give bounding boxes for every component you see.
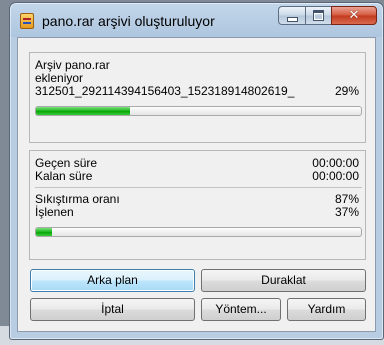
- background-button[interactable]: Arka plan: [30, 269, 195, 292]
- pause-button[interactable]: Duraklat: [201, 269, 366, 292]
- file-percent: 29%: [334, 84, 359, 98]
- close-icon: ✕: [348, 8, 360, 23]
- compression-ratio-label: Sıkıştırma oranı: [35, 192, 120, 206]
- archive-progress-window: pano.rar arşivi oluşturuluyor ✕ Arşiv pa…: [9, 2, 384, 340]
- total-progress-fill: [36, 228, 53, 236]
- statistics-group: Geçen süre 00:00:00 Kalan süre 00:00:00 …: [29, 150, 366, 260]
- help-button[interactable]: Yardım: [287, 298, 366, 321]
- stats-divider: [35, 187, 362, 188]
- compression-ratio-row: Sıkıştırma oranı 87%: [35, 193, 359, 206]
- elapsed-label: Geçen süre: [35, 156, 98, 170]
- processed-row: İşlenen 37%: [35, 206, 359, 219]
- dialog-client-area: Arşiv pano.rar ekleniyor 312501_29211439…: [17, 37, 376, 332]
- remaining-value: 00:00:00: [312, 169, 359, 183]
- file-progress-fill: [36, 107, 131, 115]
- archive-info-group: Arşiv pano.rar ekleniyor 312501_29211439…: [29, 52, 366, 143]
- title-bar[interactable]: pano.rar arşivi oluşturuluyor ✕: [10, 3, 383, 37]
- mode-button[interactable]: Yöntem...: [201, 298, 281, 321]
- total-progress-bar: [35, 227, 362, 237]
- file-progress-bar: [35, 106, 362, 116]
- maximize-icon: [313, 10, 324, 21]
- processed-value: 37%: [334, 205, 359, 219]
- archive-name-text: Arşiv pano.rar: [35, 58, 110, 72]
- minimize-button[interactable]: [278, 6, 305, 25]
- remaining-row: Kalan süre 00:00:00: [35, 170, 359, 183]
- caption-buttons: ✕: [278, 6, 377, 26]
- winrar-archive-icon: [20, 13, 34, 29]
- current-file-row: 312501_292114394156403_152318914802619_ …: [35, 85, 359, 98]
- maximize-button[interactable]: [305, 6, 331, 25]
- minimize-icon: [286, 16, 298, 22]
- current-file-name: 312501_292114394156403_152318914802619_: [35, 84, 295, 98]
- cancel-button[interactable]: İptal: [30, 298, 195, 321]
- remaining-label: Kalan süre: [35, 169, 93, 183]
- close-button[interactable]: ✕: [331, 6, 377, 25]
- window-title: pano.rar arşivi oluşturuluyor: [42, 13, 215, 29]
- processed-label: İşlenen: [35, 205, 74, 219]
